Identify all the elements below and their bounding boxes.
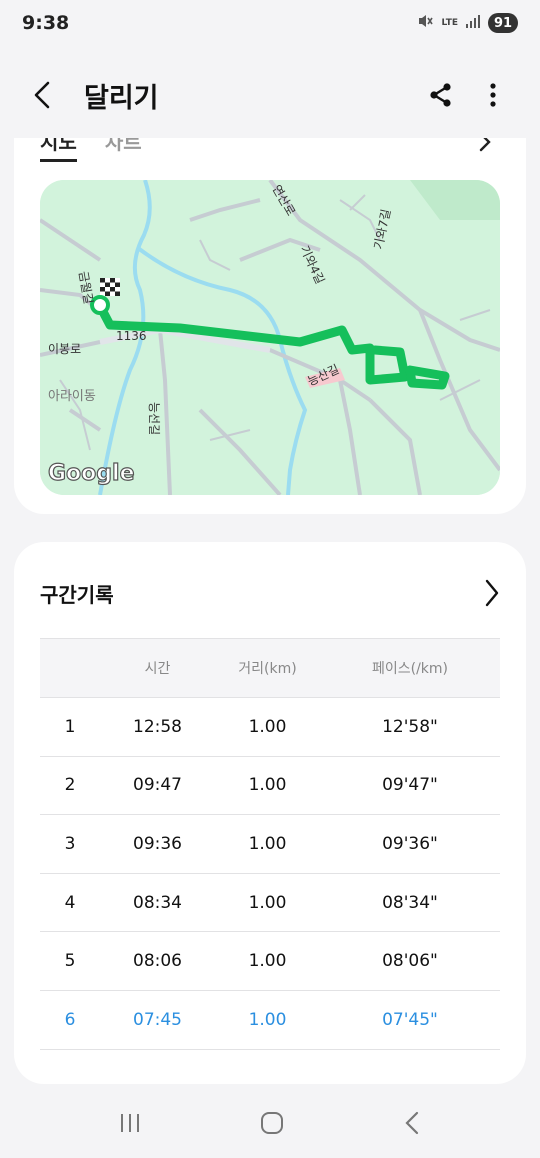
split-pace: 12'58" <box>382 716 438 737</box>
chevron-right-icon <box>479 138 491 152</box>
split-pace: 09'36" <box>382 833 438 854</box>
battery-badge: 91 <box>488 13 518 33</box>
page-title: 달리기 <box>84 82 159 114</box>
split-time: 08:06 <box>133 951 182 972</box>
table-row-best: 6 07:45 1.00 07'45" <box>40 991 500 1050</box>
route-map[interactable]: 금월길 1136 이봉로 아라이동 능선길 연산로 기와4길 기와7길 능산길 … <box>40 180 500 495</box>
status-time: 9:38 <box>22 12 70 34</box>
split-index: 3 <box>64 833 76 854</box>
back-icon <box>405 1111 418 1135</box>
split-index: 5 <box>64 951 76 972</box>
map-label-ibong: 이봉로 <box>48 342 81 356</box>
table-row: 1 12:58 1.00 12'58" <box>40 698 500 757</box>
system-nav-bar <box>0 1092 540 1158</box>
splits-card: 구간기록 시간 거리(km) 페이스(/km) 1 12:58 1.00 12'… <box>14 542 526 1084</box>
split-index: 1 <box>64 716 76 737</box>
finish-flag-icon <box>100 278 120 296</box>
tab-next-button[interactable] <box>478 138 492 156</box>
splits-title: 구간기록 <box>40 582 114 607</box>
more-options-button[interactable] <box>478 75 508 115</box>
split-index: 6 <box>64 1009 76 1030</box>
split-time: 07:45 <box>133 1009 182 1030</box>
split-index: 2 <box>64 775 76 796</box>
split-time: 12:58 <box>133 716 182 737</box>
home-icon <box>260 1112 283 1134</box>
split-pace: 07'45" <box>382 1009 438 1030</box>
tab-chart[interactable]: 차트 <box>105 138 142 162</box>
splits-header[interactable]: 구간기록 <box>40 576 500 610</box>
table-row: 3 09:36 1.00 09'36" <box>40 815 500 874</box>
split-time: 09:36 <box>133 833 182 854</box>
split-time: 09:47 <box>133 775 182 796</box>
recent-apps-icon <box>121 1114 140 1132</box>
split-pace: 09'47" <box>382 775 438 796</box>
status-bar: 9:38 LTE 91 <box>0 0 540 46</box>
map-label-araidong: 아라이동 <box>48 389 96 404</box>
table-header-row: 시간 거리(km) 페이스(/km) <box>40 638 500 698</box>
share-button[interactable] <box>426 75 456 115</box>
map-label-route-num: 1136 <box>116 329 147 343</box>
split-distance: 1.00 <box>248 775 287 796</box>
chevron-left-icon <box>34 81 50 109</box>
status-icons: LTE 91 <box>416 12 518 34</box>
recent-apps-button[interactable] <box>118 1111 142 1139</box>
column-header-time: 시간 <box>144 661 171 677</box>
split-distance: 1.00 <box>248 833 287 854</box>
network-type: LTE <box>441 17 458 28</box>
share-icon <box>430 83 451 107</box>
split-distance: 1.00 <box>248 1009 287 1030</box>
split-pace: 08'34" <box>382 892 438 913</box>
split-time: 08:34 <box>133 892 182 913</box>
column-header-pace: 페이스(/km) <box>371 661 449 677</box>
map-card: 지도 차트 금월길 1136 이봉로 아라이동 능선길 연산로 기와4길 기와7… <box>14 138 526 514</box>
split-distance: 1.00 <box>248 716 287 737</box>
table-row: 2 09:47 1.00 09'47" <box>40 757 500 816</box>
signal-icon <box>465 13 481 33</box>
google-attribution: Google <box>48 461 135 486</box>
back-button[interactable] <box>32 73 66 117</box>
more-vertical-icon <box>490 83 496 107</box>
home-button[interactable] <box>259 1110 285 1140</box>
app-header: 달리기 <box>0 68 540 122</box>
tab-strip: 지도 차트 <box>40 138 142 162</box>
mute-icon <box>416 12 434 34</box>
table-row: 5 08:06 1.00 08'06" <box>40 932 500 991</box>
split-distance: 1.00 <box>248 892 287 913</box>
split-index: 4 <box>64 892 76 913</box>
chevron-right-icon[interactable] <box>484 579 500 607</box>
column-header-distance: 거리(km) <box>238 661 297 677</box>
route-loop <box>405 365 450 390</box>
tab-map[interactable]: 지도 <box>40 138 77 162</box>
map-label-neungseon: 능선길 <box>147 402 161 435</box>
system-back-button[interactable] <box>402 1110 422 1140</box>
split-distance: 1.00 <box>248 951 287 972</box>
split-pace: 08'06" <box>382 951 438 972</box>
splits-table: 시간 거리(km) 페이스(/km) 1 12:58 1.00 12'58" 2… <box>40 638 500 1050</box>
table-row: 4 08:34 1.00 08'34" <box>40 874 500 933</box>
